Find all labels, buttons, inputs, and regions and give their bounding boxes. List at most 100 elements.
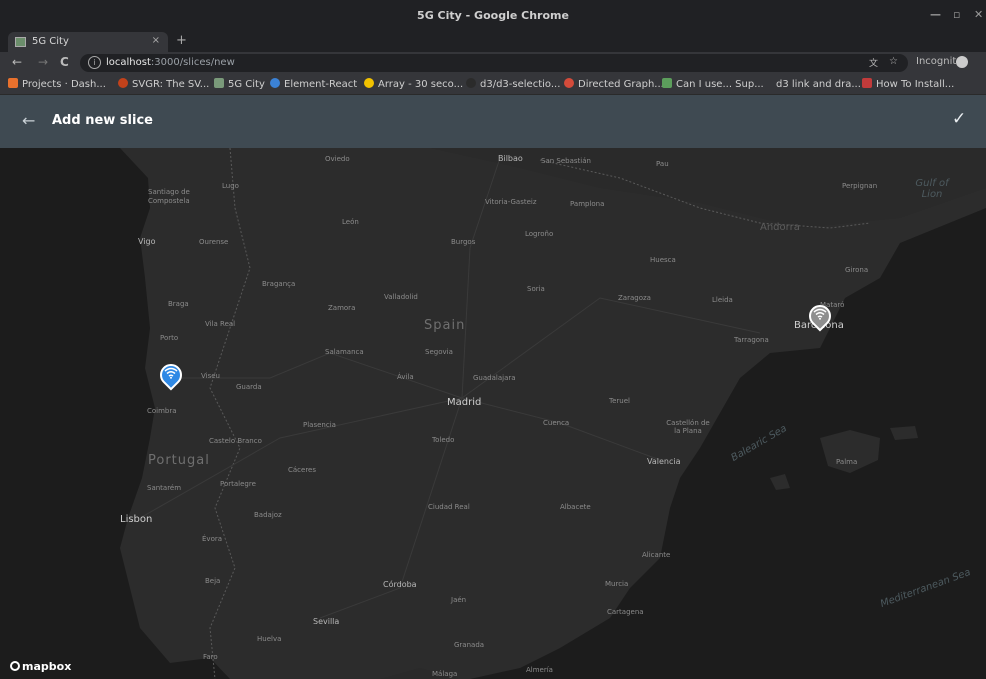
country-label: Spain (424, 318, 466, 333)
city-label: Valencia (647, 457, 681, 466)
confirm-check-icon[interactable]: ✓ (952, 109, 966, 129)
map-canvas[interactable]: Oviedo Bilbao San Sebastián Pau Santiago… (0, 148, 986, 679)
city-label: Faro (203, 653, 218, 661)
tab-5g-city[interactable]: 5G City × (8, 32, 168, 52)
country-label: Portugal (148, 453, 210, 468)
city-label: Badajoz (254, 511, 282, 519)
address-bar[interactable]: i localhost:3000/slices/new 文 ☆ (80, 54, 908, 72)
city-label: Huesca (650, 256, 676, 264)
city-label: Bilbao (498, 154, 523, 163)
city-label: Jaén (451, 596, 467, 604)
city-label: Granada (454, 641, 485, 649)
country-label-andorra: Andorra (760, 222, 800, 233)
city-label: Castelo Branco (209, 437, 262, 445)
window-titlebar: 5G City - Google Chrome — ▫ ✕ (0, 0, 986, 30)
bookmark-item[interactable]: Array - 30 seco... (364, 78, 463, 90)
gitlab-icon (8, 78, 18, 88)
bookmark-item[interactable]: 5G City (214, 78, 265, 90)
url-text[interactable]: localhost:3000/slices/new (106, 57, 235, 68)
city-label: Albacete (560, 503, 591, 511)
city-label: Coimbra (147, 407, 177, 415)
city-label: Valladolid (384, 293, 418, 301)
array-icon (364, 78, 374, 88)
city-label: Oviedo (325, 155, 350, 163)
city-label: Lleida (712, 296, 733, 304)
back-arrow-icon[interactable]: ← (12, 55, 22, 69)
incognito-icon[interactable] (956, 56, 968, 68)
bookmarks-bar: Projects · Dash... SVGR: The SV... 5G Ci… (0, 74, 986, 95)
bookmark-item[interactable]: Element-React (270, 78, 357, 90)
new-tab-button[interactable]: + (176, 33, 187, 48)
bookmark-item[interactable]: d3 link and dra... (762, 78, 861, 90)
tab-favicon-icon (15, 37, 26, 47)
city-label: Pamplona (570, 200, 605, 208)
land-iberia (120, 148, 986, 679)
bookmark-star-icon[interactable]: ☆ (889, 56, 898, 67)
city-label: Málaga (432, 670, 458, 678)
bookmark-item[interactable]: d3/d3-selectio... (466, 78, 560, 90)
element-react-icon (270, 78, 280, 88)
bookmark-item[interactable]: SVGR: The SV... (118, 78, 209, 90)
url-host: localhost (106, 57, 151, 68)
bookmark-item[interactable]: Directed Graph... (564, 78, 664, 90)
city-label: Huelva (257, 635, 282, 643)
city-label: Évora (202, 535, 223, 543)
city-label: Teruel (609, 397, 630, 405)
city-label: San Sebastián (541, 157, 591, 165)
city-label: Logroño (525, 230, 554, 238)
caniuse-icon (662, 78, 672, 88)
city-label: León (342, 218, 359, 226)
translate-icon[interactable]: 文 (869, 56, 878, 69)
city-label: Sevilla (313, 617, 340, 626)
wifi-marker-barcelona[interactable] (804, 300, 836, 333)
city-label: Guadalajara (473, 374, 516, 382)
bookmark-label: d3/d3-selectio... (480, 79, 561, 90)
city-label: Ciudad Real (428, 503, 470, 511)
tab-strip: 5G City × + (0, 30, 986, 52)
bookmark-label: How To Install... (876, 79, 955, 90)
github-icon (466, 78, 476, 88)
island-menorca (890, 426, 918, 440)
city-label: Madrid (447, 397, 482, 408)
window-title: 5G City - Google Chrome (417, 9, 569, 22)
city-label: Vitoria-Gasteiz (485, 198, 537, 206)
reload-icon[interactable]: C (60, 55, 69, 69)
city-label: Ourense (199, 238, 229, 246)
tab-label: 5G City (32, 36, 69, 47)
city-label: Vigo (138, 237, 156, 246)
city-label: Bragança (262, 280, 296, 288)
back-arrow-icon[interactable]: ← (22, 111, 35, 130)
city-label: Murcia (605, 580, 629, 588)
island-mallorca (820, 430, 880, 473)
svgr-icon (118, 78, 128, 88)
how-to-install-icon (862, 78, 872, 88)
wifi-marker-porto[interactable] (155, 359, 187, 392)
bookmark-label: Element-React (284, 79, 358, 90)
city-label: Cáceres (288, 466, 317, 474)
bookmark-label: Projects · Dash... (22, 79, 106, 90)
city-label: Viseu (201, 372, 220, 380)
tab-close-icon[interactable]: × (152, 35, 160, 46)
city-label: Santiago de Compostela (148, 188, 190, 205)
bookmark-item[interactable]: How To Install... (862, 78, 954, 90)
close-window-icon[interactable]: ✕ (974, 8, 983, 21)
city-label: Soria (527, 285, 545, 293)
page-title: Add new slice (52, 113, 153, 128)
city-label: Portalegre (220, 480, 256, 488)
mapbox-logo[interactable]: mapbox (10, 660, 71, 673)
bookmark-item[interactable]: Projects · Dash... (8, 78, 106, 90)
forward-arrow-icon[interactable]: → (38, 55, 48, 69)
bookmark-item[interactable]: Can I use... Sup... (662, 78, 764, 90)
city-label: Salamanca (325, 348, 364, 356)
city-label: Lisbon (120, 514, 153, 525)
city-label: Burgos (451, 238, 476, 246)
maximize-icon[interactable]: ▫ (953, 8, 960, 21)
info-icon[interactable]: i (88, 56, 101, 69)
minimize-icon[interactable]: — (930, 8, 941, 21)
5g-city-icon (214, 78, 224, 88)
city-label: Vila Real (205, 320, 236, 328)
city-label: Santarém (147, 484, 182, 492)
city-label: Zamora (328, 304, 356, 312)
browser-toolbar: ← → C i localhost:3000/slices/new 文 ☆ In… (0, 52, 986, 74)
directed-graph-icon (564, 78, 574, 88)
